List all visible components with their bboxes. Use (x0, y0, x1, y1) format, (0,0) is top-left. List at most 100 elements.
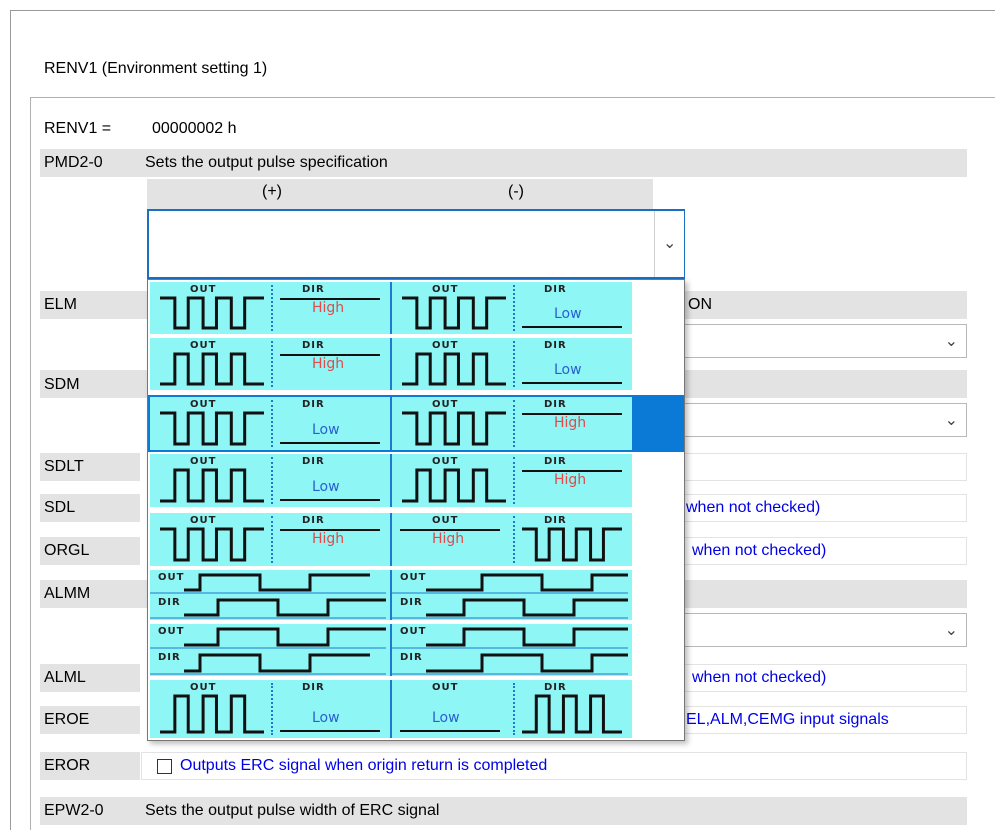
dotted-separator (513, 341, 515, 387)
option-divider (390, 570, 392, 620)
out-pulse-wave (160, 296, 264, 330)
dir-tag: DIR (544, 340, 567, 351)
dropdown-option[interactable]: OUT DIR High OUT High DIR (148, 511, 684, 568)
dir-pulse-wave (522, 527, 622, 562)
dir-tag: DIR (302, 284, 325, 295)
out-tag: OUT (432, 284, 459, 295)
dir-tag: DIR (544, 515, 567, 526)
dir-tag: DIR (544, 456, 567, 467)
dir-tag: DIR (544, 682, 567, 693)
dotted-separator (513, 285, 515, 331)
dropdown-option[interactable]: OUT DIR Low OUT DIR High (148, 452, 684, 509)
out-phase-wave (150, 573, 386, 594)
dir-level-high: High (312, 531, 345, 547)
dir-level-high: High (554, 472, 587, 488)
dir-level-high: High (312, 300, 345, 316)
option-diagram: OUT DIR High OUT DIR Low (150, 338, 632, 390)
pmd-description: Sets the output pulse specification (145, 154, 388, 171)
dir-level-line (280, 730, 380, 732)
dir-level-low: Low (554, 306, 582, 322)
epw-description: Sets the output pulse width of ERC signa… (145, 802, 440, 819)
out-tag: OUT (190, 399, 217, 410)
option-divider (390, 338, 392, 390)
dotted-separator (513, 400, 515, 447)
out-pulse-wave (160, 352, 264, 386)
dir-level-low: Low (312, 422, 340, 438)
option-diagram: OUT DIR High OUT DIR Low (150, 282, 632, 334)
sdlt-code: SDLT (44, 458, 84, 475)
dir-tag: DIR (302, 682, 325, 693)
dir-phase-wave (150, 653, 386, 675)
chevron-down-icon: ⌄ (944, 333, 958, 350)
dir-level-high: High (312, 356, 345, 372)
out-tag: OUT (190, 456, 217, 467)
eror-checkbox[interactable] (157, 759, 172, 774)
option-diagram: OUT DIR OUT DIR (150, 570, 632, 620)
pmd-select[interactable] (147, 209, 685, 279)
out-pulse-wave (160, 468, 264, 503)
dir-level-low: Low (554, 362, 582, 378)
dotted-separator (513, 683, 515, 735)
dir-level-line (280, 499, 380, 501)
pmd-code: PMD2-0 (44, 154, 103, 171)
dir-phase-wave (150, 598, 386, 619)
dir-tag: DIR (302, 515, 325, 526)
chevron-down-icon: ⌄ (944, 412, 958, 429)
elm-right-text: ON (688, 296, 712, 313)
dir-tag: DIR (544, 399, 567, 410)
out-tag: OUT (432, 682, 459, 693)
chevron-down-icon: ⌄ (663, 235, 677, 252)
dir-level-low: Low (312, 710, 340, 726)
dir-phase-wave (392, 598, 628, 619)
dropdown-option[interactable]: OUT DIR OUT DIR (148, 622, 684, 678)
group-title: RENV1 (Environment setting 1) (44, 60, 268, 77)
dir-tag: DIR (302, 456, 325, 467)
dir-tag: DIR (544, 284, 567, 295)
dropdown-option[interactable]: OUT DIR High OUT DIR Low (148, 336, 684, 392)
pmd-dropdown-list[interactable]: OUT DIR High OUT DIR Low OUT DIR High OUT DIR Low OU… (147, 279, 685, 741)
column-plus: (+) (262, 183, 282, 200)
almm-code: ALMM (44, 585, 91, 602)
dir-tag: DIR (302, 399, 325, 410)
out-level-line (400, 730, 500, 732)
out-tag: OUT (190, 515, 217, 526)
out-pulse-wave (402, 468, 506, 503)
eror-checkbox-label[interactable]: Outputs ERC signal when origin return is… (180, 757, 547, 775)
epw-code: EPW2-0 (44, 802, 104, 819)
sdm-select[interactable]: ⌄ (680, 403, 967, 437)
option-diagram: OUT DIR Low OUT Low DIR (150, 680, 632, 738)
chevron-down-icon: ⌄ (944, 622, 958, 639)
sdl-right-text: when not checked) (686, 499, 821, 516)
alml-right-text: when not checked) (692, 669, 827, 686)
dropdown-option[interactable]: OUT DIR OUT DIR (148, 568, 684, 622)
dir-level-line (522, 382, 622, 384)
dropdown-option[interactable]: OUT DIR Low OUT DIR High (148, 395, 684, 452)
dropdown-option[interactable]: OUT DIR High OUT DIR Low (148, 280, 684, 336)
option-divider (390, 624, 392, 676)
orgl-right-text: when not checked) (692, 542, 827, 559)
renv1-label: RENV1 = (44, 120, 112, 137)
dropdown-option[interactable]: OUT DIR Low OUT Low DIR (148, 678, 684, 740)
option-divider (390, 680, 392, 738)
option-diagram: OUT DIR Low OUT DIR High (150, 454, 632, 507)
out-tag: OUT (432, 515, 459, 526)
dir-level-high: High (554, 415, 587, 431)
dotted-separator (271, 457, 273, 504)
elm-code: ELM (44, 296, 77, 313)
out-level-low: Low (432, 710, 460, 726)
out-tag: OUT (432, 340, 459, 351)
dotted-separator (271, 516, 273, 563)
option-diagram: OUT DIR Low OUT DIR High (150, 397, 632, 450)
option-divider (390, 282, 392, 334)
out-tag: OUT (190, 340, 217, 351)
pmd-column-header (147, 179, 653, 209)
out-pulse-wave (160, 694, 264, 734)
pmd-select-dropdown-button[interactable]: ⌄ (654, 211, 684, 277)
dotted-separator (513, 457, 515, 504)
elm-select[interactable]: ⌄ (680, 324, 967, 358)
out-tag: OUT (190, 284, 217, 295)
dotted-separator (513, 516, 515, 563)
renv1-value: 00000002 h (152, 120, 237, 137)
dotted-separator (271, 285, 273, 331)
almm-select[interactable]: ⌄ (680, 613, 967, 647)
